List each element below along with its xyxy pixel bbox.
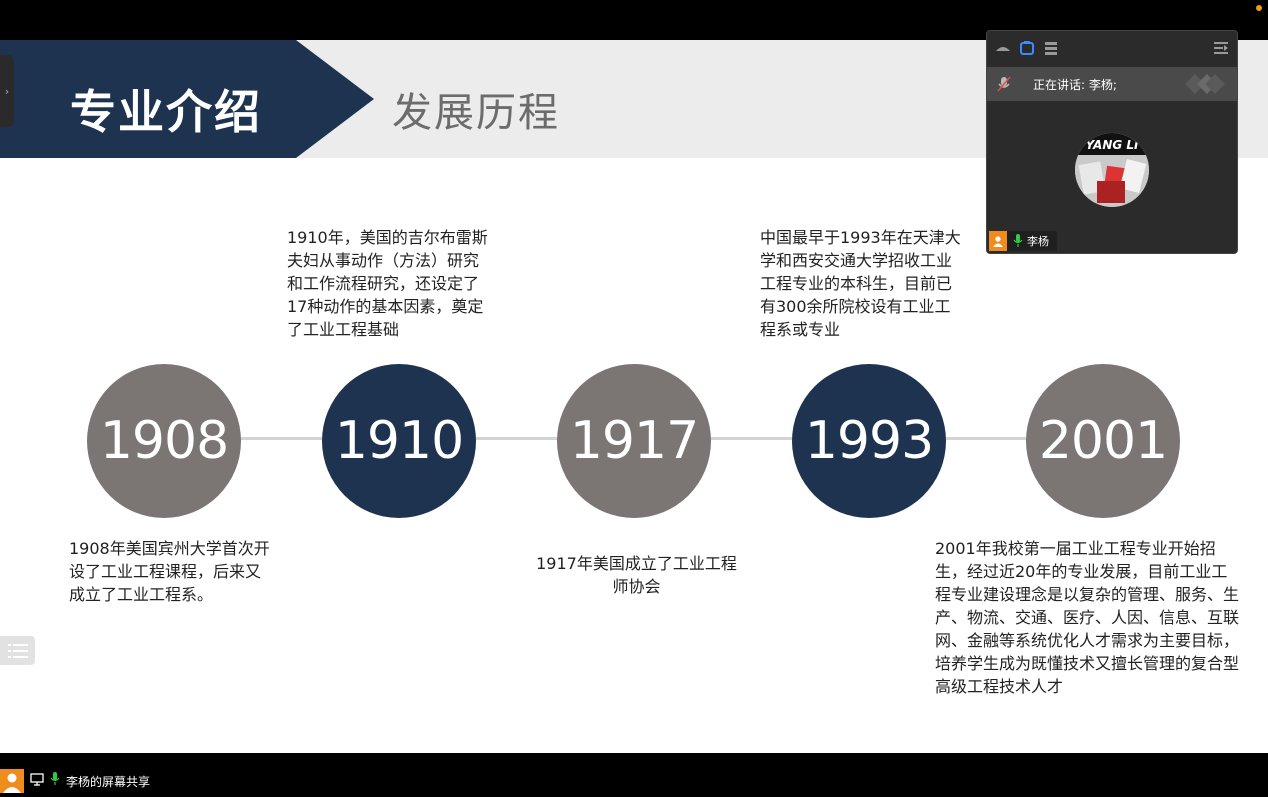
screen-share-label: 李杨的屏幕共享 [66,775,151,789]
video-panel-toolbar [987,31,1237,67]
milestone-circle-2001: 2001 [1026,364,1180,518]
participant-name: 李杨 [1027,235,1049,248]
milestone-text-2001: 2001年我校第一届工业工程专业开始招生，经过近20年的专业发展，目前工业工程专… [935,539,1240,696]
status-dot [1256,5,1262,11]
minimize-view-icon[interactable] [995,41,1011,55]
bottom-bar: 李杨的屏幕共享 [0,753,1268,793]
screen-share-icon [30,773,44,786]
milestone-text-1910: 1910年，美国的吉尔布雷斯夫妇从事动作（方法）研究和工作流程研究，还设定了17… [287,228,488,339]
video-panel: 正在讲话: 李杨; YANG LI 李杨 [986,30,1238,254]
speaking-indicator: 正在讲话: 李杨; [987,67,1237,101]
user-icon [989,231,1007,251]
milestone-text-1917: 1917年美国成立了工业工程师协会 [536,554,737,596]
gallery-view-icon[interactable] [1043,41,1059,55]
list-icon [7,643,28,658]
audio-wave-icon [1185,74,1225,94]
milestone-circle-1910: 1910 [322,364,476,518]
participant-avatar: YANG LI [1075,133,1149,207]
user-icon [0,769,24,793]
milestone-text-1993: 中国最早于1993年在天津大学和西安交通大学招收工业工程专业的本科生，目前已有3… [760,228,961,339]
chevron-right-icon: › [4,84,10,98]
slide-subtitle: 发展历程 [392,90,560,136]
milestone-circle-1908: 1908 [87,364,241,518]
side-panel-toggle[interactable]: › [0,55,14,127]
mic-muted-icon [997,76,1011,92]
collapse-panel-icon[interactable] [1213,41,1229,55]
speaker-view-icon[interactable] [1019,41,1035,55]
milestone-circle-1917: 1917 [557,364,711,518]
slide-title: 专业介绍 [70,85,262,139]
speaking-text: 正在讲话: 李杨; [1033,78,1117,92]
milestone-circle-1993: 1993 [792,364,946,518]
slide-list-button[interactable] [0,636,35,665]
mic-icon [1013,234,1023,247]
avatar-text: YANG LI [1085,138,1139,152]
milestone-text-1908: 1908年美国宾州大学首次开设了工业工程课程，后来又成立了工业工程系。 [69,539,270,604]
participant-name-tag: 李杨 [989,231,1057,251]
mic-icon [50,772,60,785]
